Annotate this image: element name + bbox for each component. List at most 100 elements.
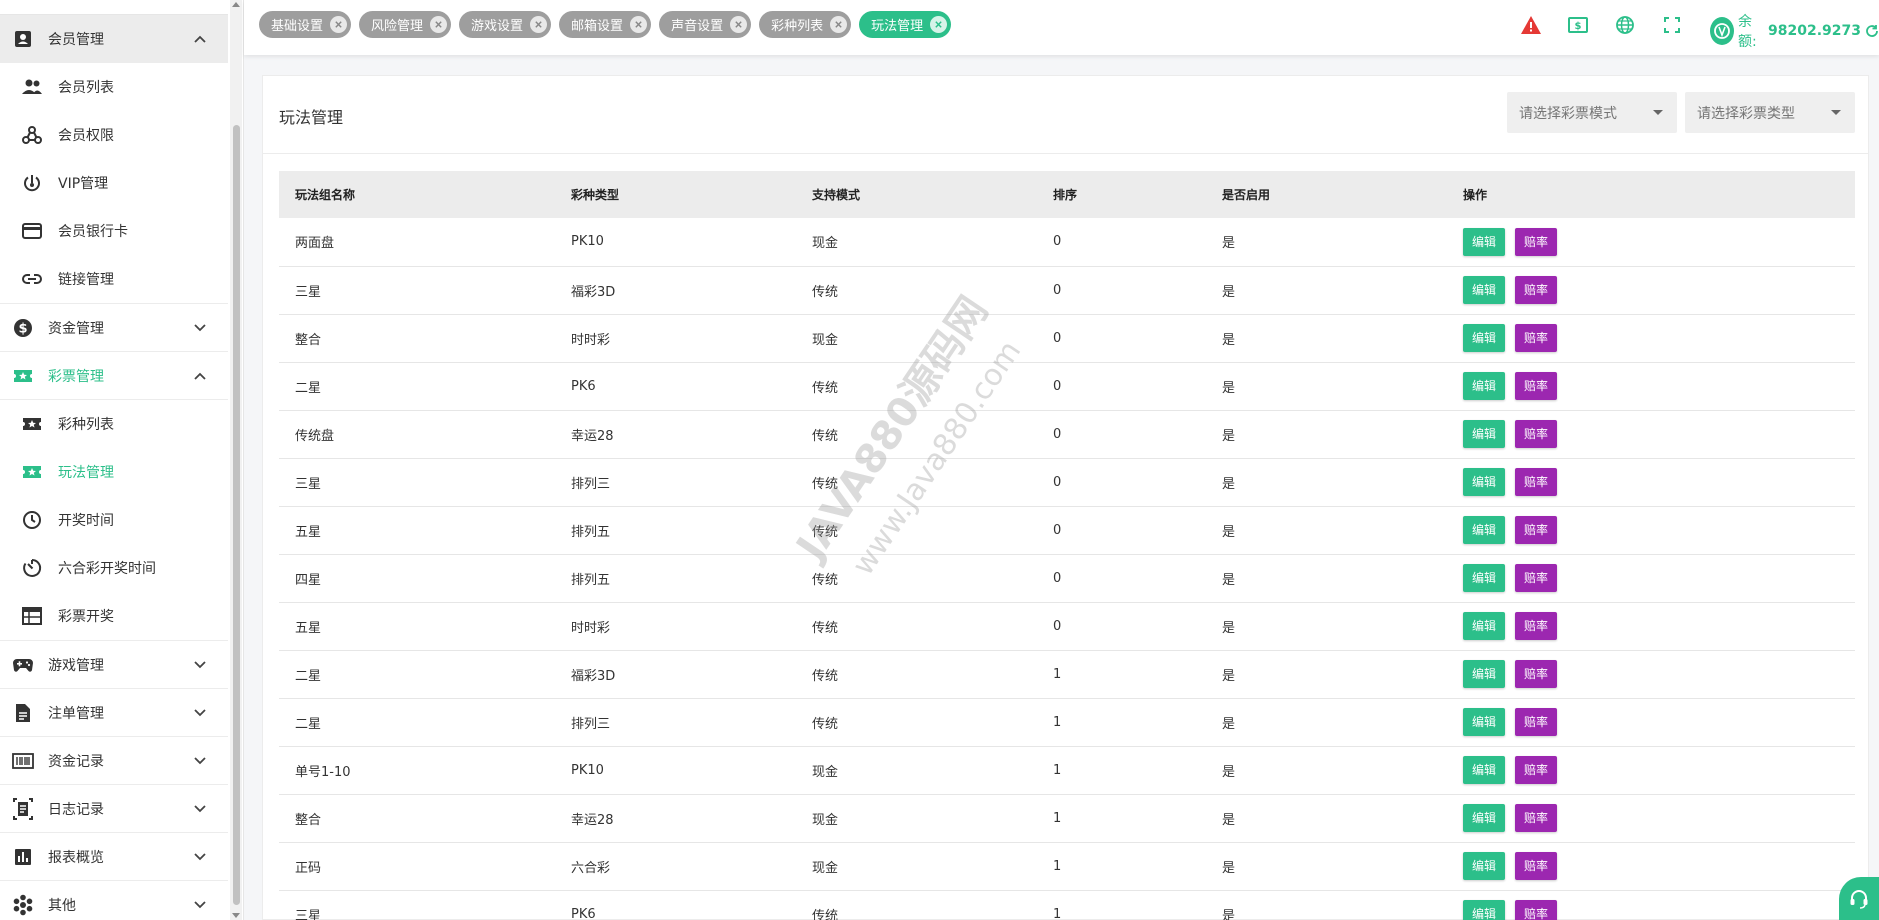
odds-button[interactable]: 赔率 — [1515, 900, 1558, 920]
close-icon[interactable] — [330, 16, 348, 33]
sidebar-item-2-4[interactable]: 彩票开奖 — [0, 592, 228, 640]
credit-card-icon — [20, 219, 44, 243]
table-cell: 是 — [1206, 746, 1447, 795]
sidebar-item-2-3[interactable]: 六合彩开奖时间 — [0, 544, 228, 592]
warning-icon[interactable] — [1518, 12, 1544, 38]
tab-5[interactable]: 彩种列表 — [759, 11, 852, 38]
edit-button[interactable]: 编辑 — [1463, 900, 1506, 920]
chevron-down-icon — [192, 705, 208, 721]
odds-button[interactable]: 赔率 — [1515, 420, 1558, 448]
odds-button[interactable]: 赔率 — [1515, 804, 1558, 832]
table-cell: 单号1-10 — [279, 746, 555, 795]
sidebar-item-0-4[interactable]: 链接管理 — [0, 255, 228, 303]
sidebar-group-4[interactable]: 注单管理 — [0, 689, 228, 737]
tab-1[interactable]: 风险管理 — [359, 11, 452, 38]
edit-button[interactable]: 编辑 — [1463, 227, 1506, 256]
sidebar-item-label: 彩种列表 — [58, 417, 114, 433]
table-cell: 传统 — [796, 602, 1037, 651]
odds-button[interactable]: 赔率 — [1515, 564, 1558, 592]
svg-text:$: $ — [18, 321, 27, 336]
customer-support-button[interactable] — [1839, 877, 1879, 920]
table-cell: 三星 — [279, 266, 555, 315]
sidebar-item-2-0[interactable]: 彩种列表 — [0, 400, 228, 448]
odds-button[interactable]: 赔率 — [1515, 852, 1558, 880]
odds-button[interactable]: 赔率 — [1515, 516, 1558, 544]
sidebar-group-0[interactable]: 会员管理 — [0, 15, 228, 63]
odds-button[interactable]: 赔率 — [1515, 660, 1558, 688]
sidebar-scrollbar[interactable] — [230, 0, 242, 920]
close-icon[interactable] — [530, 16, 548, 33]
avatar[interactable] — [1710, 17, 1734, 45]
tab-6[interactable]: 玩法管理 — [859, 11, 952, 38]
actions-cell: 编辑 赔率 — [1447, 794, 1855, 843]
sidebar-group-1[interactable]: $ 资金管理 — [0, 304, 228, 352]
odds-button[interactable]: 赔率 — [1515, 468, 1558, 496]
table-cell: 0 — [1037, 266, 1206, 315]
edit-button[interactable]: 编辑 — [1463, 468, 1506, 496]
table-cell: 传统 — [796, 506, 1037, 555]
edit-button[interactable]: 编辑 — [1463, 708, 1506, 736]
odds-button[interactable]: 赔率 — [1515, 708, 1558, 736]
fullscreen-icon[interactable] — [1659, 12, 1685, 38]
edit-button[interactable]: 编辑 — [1463, 516, 1506, 544]
odds-button[interactable]: 赔率 — [1515, 612, 1558, 640]
scrollbar-thumb[interactable] — [233, 125, 240, 905]
actions-cell: 编辑 赔率 — [1447, 554, 1855, 603]
edit-button[interactable]: 编辑 — [1463, 420, 1506, 448]
globe-icon[interactable] — [1612, 12, 1638, 38]
edit-button[interactable]: 编辑 — [1463, 612, 1506, 640]
column-header: 是否启用 — [1222, 188, 1271, 202]
edit-button[interactable]: 编辑 — [1463, 852, 1506, 880]
sidebar-item-0-0[interactable]: 会员列表 — [0, 63, 228, 111]
scroll-down-arrow-icon[interactable] — [232, 913, 240, 918]
edit-button[interactable]: 编辑 — [1463, 660, 1506, 688]
tab-2[interactable]: 游戏设置 — [459, 11, 552, 38]
cash-icon[interactable]: $ — [1565, 12, 1591, 38]
sidebar-group-3[interactable]: 游戏管理 — [0, 641, 228, 689]
sidebar-top-spacer — [0, 0, 228, 15]
tab-4[interactable]: 声音设置 — [659, 11, 752, 38]
edit-button[interactable]: 编辑 — [1463, 276, 1506, 304]
lottery-type-select[interactable]: 请选择彩票类型 — [1685, 92, 1855, 133]
edit-button[interactable]: 编辑 — [1463, 564, 1506, 592]
top-bar: 基础设置 风险管理 游戏设置 邮箱设置 声音设置 彩种列表 玩法管理 $ 余额: 98202… — [244, 0, 1879, 55]
sidebar-group-2[interactable]: 彩票管理 — [0, 352, 228, 400]
sidebar-item-0-2[interactable]: VIP管理 — [0, 159, 228, 207]
refresh-icon[interactable] — [1865, 24, 1879, 38]
edit-button[interactable]: 编辑 — [1463, 324, 1506, 352]
sidebar-group-7[interactable]: 报表概览 — [0, 833, 228, 881]
table-cell: 是 — [1206, 890, 1447, 920]
edit-button[interactable]: 编辑 — [1463, 372, 1506, 400]
sidebar-item-2-2[interactable]: 开奖时间 — [0, 496, 228, 544]
close-icon[interactable] — [930, 16, 948, 33]
actions-cell: 编辑 赔率 — [1447, 506, 1855, 555]
sidebar-group-label: 资金记录 — [48, 753, 104, 770]
sidebar-item-2-1[interactable]: 玩法管理 — [0, 448, 228, 496]
close-icon[interactable] — [730, 16, 748, 33]
close-icon[interactable] — [430, 16, 448, 33]
odds-button[interactable]: 赔率 — [1515, 756, 1558, 784]
sidebar-item-0-3[interactable]: 会员银行卡 — [0, 207, 228, 255]
odds-button[interactable]: 赔率 — [1515, 227, 1558, 256]
power-icon — [20, 171, 44, 195]
close-icon[interactable] — [630, 16, 648, 33]
sidebar-group-8[interactable]: 其他 — [0, 881, 228, 920]
odds-button[interactable]: 赔率 — [1515, 276, 1558, 304]
sidebar-group-label: 资金管理 — [48, 320, 104, 337]
edit-button[interactable]: 编辑 — [1463, 804, 1506, 832]
sidebar-item-0-1[interactable]: 会员权限 — [0, 111, 228, 159]
odds-button[interactable]: 赔率 — [1515, 324, 1558, 352]
lottery-mode-select[interactable]: 请选择彩票模式 — [1507, 92, 1677, 133]
table-cell: 是 — [1206, 314, 1447, 363]
table-cell: 六合彩 — [555, 842, 796, 891]
table-row: 三星 排列三 传统 0 是编辑 赔率 — [279, 458, 1855, 507]
scroll-up-arrow-icon[interactable] — [232, 2, 240, 7]
odds-button[interactable]: 赔率 — [1515, 372, 1558, 400]
tab-0[interactable]: 基础设置 — [259, 11, 352, 38]
sidebar-group-6[interactable]: 日志记录 — [0, 785, 228, 833]
sidebar-group-5[interactable]: 资金记录 — [0, 737, 228, 785]
table-row: 四星 排列五 传统 0 是编辑 赔率 — [279, 554, 1855, 603]
edit-button[interactable]: 编辑 — [1463, 756, 1506, 784]
close-icon[interactable] — [830, 16, 848, 33]
tab-3[interactable]: 邮箱设置 — [559, 11, 652, 38]
